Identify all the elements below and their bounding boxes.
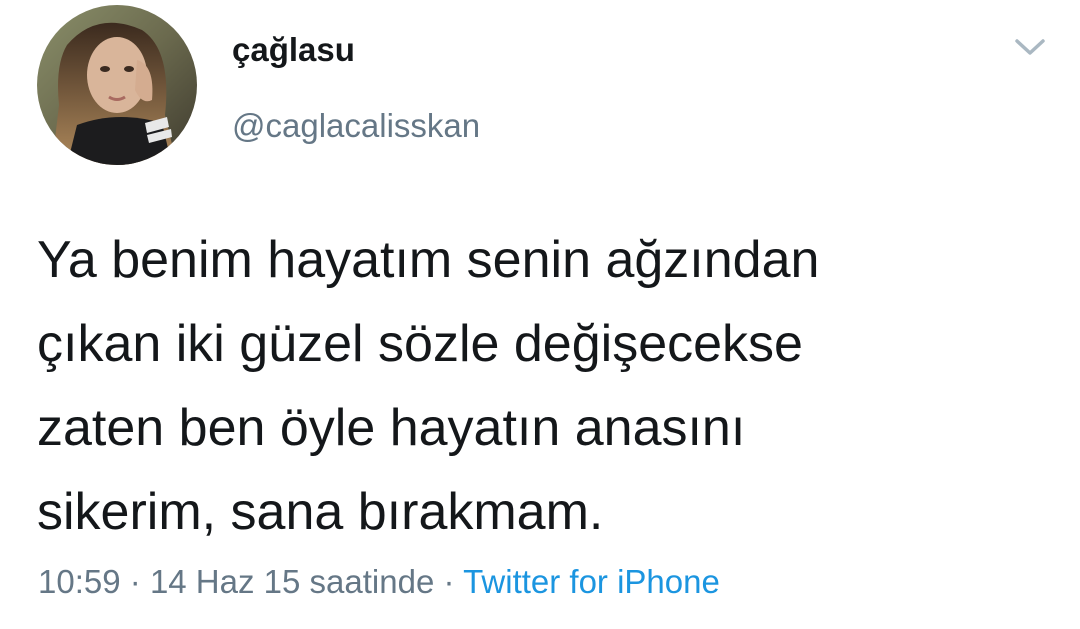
tweet-text-line: sikerim, sana bırakmam. [37, 483, 604, 541]
tweet-text: Ya benim hayatım senin ağzından çıkan ik… [37, 218, 1057, 554]
tweet-text-line: Ya benim hayatım senin ağzından [37, 231, 820, 289]
tweet-text-line: zaten ben öyle hayatın anasını [37, 399, 746, 457]
user-handle[interactable]: @caglacalisskan [232, 106, 480, 146]
profile-photo-icon [37, 5, 197, 165]
display-name[interactable]: çağlasu [232, 30, 355, 70]
meta-separator: · [443, 563, 455, 600]
tweet-date[interactable]: 14 Haz 15 saatinde [150, 563, 434, 600]
tweet-meta: 10:59 · 14 Haz 15 saatinde · Twitter for… [38, 560, 720, 604]
meta-separator: · [129, 563, 141, 600]
tweet-time[interactable]: 10:59 [38, 563, 121, 600]
tweet-card: çağlasu @caglacalisskan Ya benim hayatım… [0, 0, 1080, 629]
avatar[interactable] [37, 5, 197, 165]
tweet-text-line: çıkan iki güzel sözle değişecekse [37, 315, 803, 373]
chevron-down-icon[interactable] [1010, 32, 1050, 62]
tweet-source-link[interactable]: Twitter for iPhone [463, 563, 720, 600]
